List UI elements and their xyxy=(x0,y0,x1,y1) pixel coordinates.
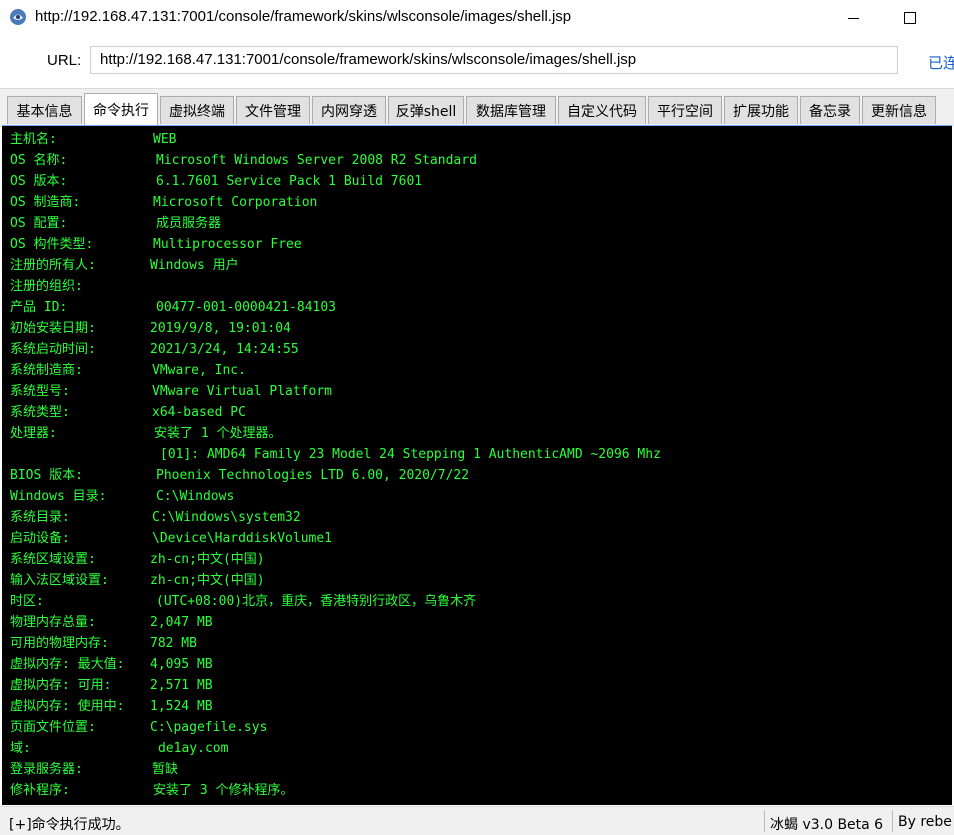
version-label: 冰蝎 v3.0 Beta 6 xyxy=(770,817,884,833)
terminal-line-key: 可用的物理内存: xyxy=(10,636,109,651)
status-divider xyxy=(764,810,765,832)
terminal-line-value: 1,524 MB xyxy=(150,699,213,714)
terminal-line-key: BIOS 版本: xyxy=(10,468,83,483)
terminal-line-key: 注册的组织: xyxy=(10,279,83,294)
terminal-line-value: zh-cn;中文(中国) xyxy=(150,573,265,588)
terminal-line-value: 安装了 3 个修补程序。 xyxy=(153,783,294,798)
terminal-line-key: 页面文件位置: xyxy=(10,720,96,735)
minimize-icon xyxy=(847,17,859,19)
status-divider xyxy=(892,810,893,832)
terminal-line-key: 系统制造商: xyxy=(10,363,83,378)
terminal-line-value: de1ay.com xyxy=(158,741,229,756)
terminal-line-value: C:\pagefile.sys xyxy=(150,720,268,735)
terminal-line-value: 暂缺 xyxy=(152,762,179,777)
terminal-line-key: OS 名称: xyxy=(10,153,68,168)
terminal-line-key: 启动设备: xyxy=(10,531,70,546)
terminal-line-value: 2019/9/8, 19:01:04 xyxy=(150,321,291,336)
window-title: http://192.168.47.131:7001/console/frame… xyxy=(35,8,572,25)
status-message: [+]命令执行成功。 xyxy=(9,817,130,833)
terminal-line-value: Windows 用户 xyxy=(150,258,239,273)
terminal-line-key: 输入法区域设置: xyxy=(10,573,109,588)
terminal-line-value: \Device\HarddiskVolume1 xyxy=(152,531,333,546)
terminal-line-key: 系统型号: xyxy=(10,384,70,399)
minimize-button[interactable] xyxy=(830,4,876,32)
terminal-line-key: 物理内存总量: xyxy=(10,615,96,630)
terminal-line-key: 修补程序: xyxy=(10,783,70,798)
terminal-line-value: 安装了 1 个处理器。 xyxy=(154,426,282,441)
terminal-line-value: 4,095 MB xyxy=(150,657,213,672)
maximize-icon xyxy=(904,12,916,24)
terminal-line-value: VMware, Inc. xyxy=(152,363,246,378)
terminal-line-key: OS 版本: xyxy=(10,174,68,189)
terminal-line-key: 虚拟内存: 使用中: xyxy=(10,699,125,714)
terminal-line-value: C:\Windows\system32 xyxy=(152,510,301,525)
title-bar: http://192.168.47.131:7001/console/frame… xyxy=(0,0,954,36)
terminal-line-value: (UTC+08:00)北京，重庆，香港特别行政区，乌鲁木齐 xyxy=(156,594,477,609)
url-input[interactable]: http://192.168.47.131:7001/console/frame… xyxy=(90,46,898,74)
terminal-line-value: zh-cn;中文(中国) xyxy=(150,552,265,567)
terminal-line-key: 系统启动时间: xyxy=(10,342,96,357)
terminal-line-value: Multiprocessor Free xyxy=(153,237,302,252)
url-label: URL: xyxy=(47,52,82,69)
terminal-line-value: Phoenix Technologies LTD 6.00, 2020/7/22 xyxy=(156,468,470,483)
terminal-line-key: Windows 目录: xyxy=(10,489,107,504)
tab-reverse-shell[interactable]: 反弹shell xyxy=(388,96,464,124)
url-bar: URL: http://192.168.47.131:7001/console/… xyxy=(0,36,954,86)
status-bar: [+]命令执行成功。 冰蝎 v3.0 Beta 6 By rebe xyxy=(0,806,954,835)
terminal-line-value: 00477-001-0000421-84103 xyxy=(156,300,337,315)
terminal-line-key: 处理器: xyxy=(10,426,57,441)
tab-virtual-terminal[interactable]: 虚拟终端 xyxy=(160,96,234,124)
tab-intranet-tunnel[interactable]: 内网穿透 xyxy=(312,96,386,124)
tab-strip: 基本信息 命令执行 虚拟终端 文件管理 内网穿透 反弹shell 数据库管理 自… xyxy=(0,88,954,127)
author-label: By rebe xyxy=(898,814,952,830)
terminal-line-value: Microsoft Windows Server 2008 R2 Standar… xyxy=(156,153,477,168)
terminal-line-key: OS 构件类型: xyxy=(10,237,94,252)
terminal-line-value: 2021/3/24, 14:24:55 xyxy=(150,342,299,357)
terminal-line-value: Microsoft Corporation xyxy=(153,195,318,210)
terminal-line-value: x64-based PC xyxy=(152,405,246,420)
terminal-line-key: 登录服务器: xyxy=(10,762,83,777)
terminal-line-key: 主机名: xyxy=(10,132,57,147)
tab-database-manager[interactable]: 数据库管理 xyxy=(466,96,556,124)
tab-command-exec[interactable]: 命令执行 xyxy=(84,93,158,125)
terminal-line-key: 虚拟内存: 可用: xyxy=(10,678,112,693)
terminal-line-value: 2,571 MB xyxy=(150,678,213,693)
terminal-line-key: 注册的所有人: xyxy=(10,258,96,273)
terminal-line-value: VMware Virtual Platform xyxy=(152,384,333,399)
terminal-line-key: 产品 ID: xyxy=(10,300,68,315)
terminal-line-key: 系统区域设置: xyxy=(10,552,96,567)
app-icon xyxy=(10,9,26,25)
terminal-line-key: OS 配置: xyxy=(10,216,68,231)
terminal-line-value: C:\Windows xyxy=(156,489,235,504)
tab-custom-code[interactable]: 自定义代码 xyxy=(558,96,646,124)
terminal-line-key: 系统类型: xyxy=(10,405,70,420)
terminal-line-key: OS 制造商: xyxy=(10,195,81,210)
terminal-line-key: 系统目录: xyxy=(10,510,70,525)
command-output-terminal[interactable]: 主机名: WEB OS 名称: Microsoft Windows Server 20… xyxy=(2,125,952,805)
terminal-line-value: 6.1.7601 Service Pack 1 Build 7601 xyxy=(156,174,423,189)
tab-extensions[interactable]: 扩展功能 xyxy=(724,96,798,124)
terminal-line-value: 782 MB xyxy=(150,636,197,651)
terminal-line-value: 成员服务器 xyxy=(156,216,222,231)
terminal-line-key: 域: xyxy=(10,741,31,756)
terminal-line-key: 时区: xyxy=(10,594,44,609)
tab-parallel-space[interactable]: 平行空间 xyxy=(648,96,722,124)
terminal-line-value: 2,047 MB xyxy=(150,615,213,630)
terminal-line-key: 初始安装日期: xyxy=(10,321,96,336)
tab-file-manager[interactable]: 文件管理 xyxy=(236,96,310,124)
terminal-line-value: WEB xyxy=(153,132,177,147)
tab-memo[interactable]: 备忘录 xyxy=(800,96,860,124)
tab-basic-info[interactable]: 基本信息 xyxy=(7,96,82,124)
terminal-line-key: 虚拟内存: 最大值: xyxy=(10,657,125,672)
terminal-line-value: [01]: AMD64 Family 23 Model 24 Stepping … xyxy=(160,447,661,462)
connection-status: 已连 xyxy=(928,55,954,72)
tab-update-info[interactable]: 更新信息 xyxy=(862,96,936,124)
maximize-button[interactable] xyxy=(887,4,933,32)
